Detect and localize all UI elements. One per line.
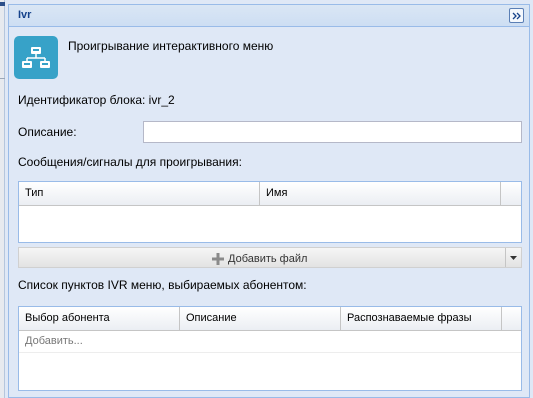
block-id-label: Идентификатор блока: ivr_2 [18, 93, 175, 107]
panel-header: Ivr [9, 5, 529, 27]
messages-grid: Тип Имя [18, 181, 522, 243]
column-header-type[interactable]: Тип [19, 182, 260, 205]
column-header-recognized-phrases[interactable]: Распознаваемые фразы [341, 307, 502, 330]
menu-items-label: Список пунктов IVR меню, выбираемых абон… [18, 278, 307, 292]
ivr-block-icon [14, 36, 58, 79]
column-header-name[interactable]: Имя [260, 182, 501, 205]
ivr-properties-panel: Ivr Проигрывание интерактивного меню Иде… [8, 4, 530, 398]
left-pane-marker [0, 2, 5, 6]
description-input[interactable] [143, 121, 522, 143]
chevron-down-icon [510, 255, 517, 260]
menu-items-grid: Выбор абонента Описание Распознаваемые ф… [18, 306, 522, 391]
messages-toolbar: Добавить файл [18, 247, 522, 268]
block-title: Проигрывание интерактивного меню [68, 39, 274, 53]
column-header-spacer [501, 182, 521, 205]
left-pane-divider [0, 78, 5, 79]
collapse-panel-button[interactable] [509, 8, 524, 23]
panel-title: Ivr [18, 9, 32, 21]
messages-grid-header: Тип Имя [19, 182, 521, 206]
add-file-label: Добавить файл [228, 252, 308, 265]
add-file-button[interactable]: Добавить файл [212, 251, 307, 266]
plus-icon [212, 252, 224, 265]
panel-body: Проигрывание интерактивного меню Идентиф… [9, 28, 529, 397]
column-header-subscriber-choice[interactable]: Выбор абонента [19, 307, 180, 330]
add-file-menu-button[interactable] [505, 248, 521, 267]
description-label: Описание: [18, 125, 77, 139]
column-header-description[interactable]: Описание [180, 307, 341, 330]
messages-label: Сообщения/сигналы для проигрывания: [18, 155, 242, 169]
add-menu-item-row[interactable]: Добавить... [19, 331, 521, 353]
network-diagram-icon [22, 46, 50, 68]
column-header-spacer [502, 307, 521, 330]
menu-items-grid-header: Выбор абонента Описание Распознаваемые ф… [19, 307, 521, 331]
left-pane-edge [0, 0, 5, 398]
double-chevron-right-icon [512, 12, 521, 19]
